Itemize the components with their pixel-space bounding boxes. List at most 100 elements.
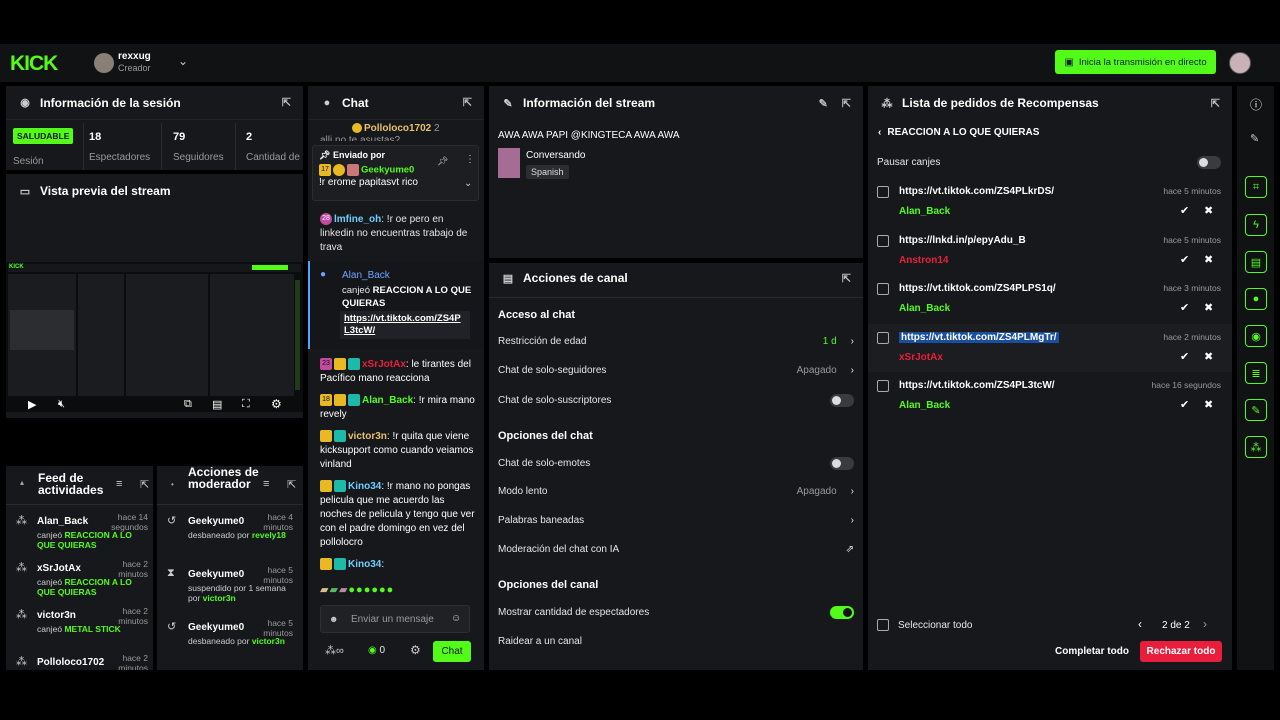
popout-icon[interactable]: ⇱ bbox=[140, 478, 149, 491]
emote-icon[interactable]: ☻ bbox=[329, 614, 338, 624]
accept-icon[interactable]: ✔ bbox=[1180, 253, 1189, 266]
reward-link[interactable]: https://vt.tiktok.com/ZS4PLPS1q/ bbox=[899, 283, 1056, 294]
go-live-button[interactable]: ▣ Inicia la transmisión en directo bbox=[1055, 50, 1216, 74]
chevron-down-icon[interactable]: ⌄ bbox=[178, 54, 188, 68]
chat-user[interactable]: Kino34 bbox=[348, 559, 381, 570]
popout-icon[interactable]: ⇱ bbox=[463, 96, 472, 109]
accept-icon[interactable]: ✔ bbox=[1180, 301, 1189, 314]
filter-icon[interactable]: ≡ bbox=[263, 478, 269, 490]
chat-user[interactable]: victor3n bbox=[348, 431, 387, 442]
scan-icon[interactable]: ⌗ bbox=[1245, 176, 1267, 198]
pin-icon[interactable]: 📌︎ bbox=[437, 156, 448, 167]
reject-icon[interactable]: ✖ bbox=[1204, 350, 1213, 363]
select-all-row[interactable]: Seleccionar todo bbox=[877, 619, 973, 631]
emotes-only-toggle[interactable] bbox=[830, 457, 854, 470]
info-icon[interactable]: ⓘ bbox=[1250, 96, 1262, 113]
pinned-user[interactable]: Geekyume0 bbox=[361, 165, 414, 176]
filter-icon[interactable]: ≡ bbox=[116, 478, 122, 490]
settings-icon[interactable]: ⚙ bbox=[410, 643, 421, 657]
chat-icon[interactable]: ● bbox=[1245, 288, 1267, 310]
reward-link[interactable]: https://vt.tiktok.com/ZS4PL3tcW/ bbox=[340, 311, 470, 339]
preview-video[interactable]: KICK ▶ 🔇︎ ⧉ ▤ ⛶ ⚙ bbox=[6, 262, 303, 412]
chat-input[interactable]: ☻ Enviar un mensaje ☺ bbox=[320, 605, 470, 633]
popout-icon[interactable]: ⇱ bbox=[282, 96, 291, 109]
reject-icon[interactable]: ✖ bbox=[1204, 398, 1213, 411]
reward-checkbox[interactable] bbox=[877, 283, 889, 295]
edit-icon[interactable]: ✎ bbox=[1250, 132, 1259, 145]
chat-user[interactable]: Polloloco1702 bbox=[364, 123, 431, 134]
banned-words-row[interactable]: Palabras baneadas › bbox=[498, 515, 854, 526]
chevron-down-icon[interactable]: ⌄ bbox=[464, 178, 472, 189]
document-icon[interactable]: ▤ bbox=[1245, 251, 1267, 273]
emote-bar[interactable]: ▰▰▰●●●●●● bbox=[320, 583, 476, 596]
popout-icon[interactable]: ⇱ bbox=[842, 272, 851, 285]
reject-icon[interactable]: ✖ bbox=[1204, 253, 1213, 266]
mod-user[interactable]: Geekyume0 bbox=[188, 569, 244, 580]
reward-checkbox[interactable] bbox=[877, 380, 889, 392]
reject-all-button[interactable]: Rechazar todo bbox=[1140, 641, 1222, 662]
pinned-message[interactable]: 📌︎ Enviado por 17 Geekyume0 !r erome papi… bbox=[312, 145, 479, 201]
rewards-icon[interactable]: ⁂∞ bbox=[325, 644, 344, 657]
reward-link[interactable]: https://lnkd.in/p/epyAdu_B bbox=[899, 235, 1026, 246]
server-icon[interactable]: ≣ bbox=[1245, 362, 1267, 384]
back-link[interactable]: ‹ REACCION A LO QUE QUIERAS bbox=[878, 127, 1039, 138]
mod-user[interactable]: Geekyume0 bbox=[188, 622, 244, 633]
play-icon[interactable]: ▶ bbox=[28, 398, 36, 411]
reward-link[interactable]: https://vt.tiktok.com/ZS4PLkrDS/ bbox=[899, 186, 1054, 197]
chevron-right-icon[interactable]: › bbox=[1203, 617, 1207, 631]
settings-icon[interactable]: ⚙ bbox=[271, 397, 282, 411]
select-all-checkbox[interactable] bbox=[877, 619, 889, 631]
accept-icon[interactable]: ✔ bbox=[1180, 204, 1189, 217]
reward-checkbox[interactable] bbox=[877, 186, 889, 198]
chat-user[interactable]: xSrJotAx bbox=[362, 359, 406, 370]
feed-user[interactable]: Alan_Back bbox=[37, 516, 88, 527]
reward-checkbox[interactable] bbox=[877, 331, 889, 344]
popout-icon[interactable]: ⇱ bbox=[1211, 97, 1220, 110]
chat-user[interactable]: Alan_Back bbox=[342, 270, 390, 281]
popout-icon[interactable]: ⇱ bbox=[287, 478, 296, 491]
feed-user[interactable]: xSrJotAx bbox=[37, 563, 81, 574]
kick-logo[interactable]: KICK bbox=[10, 52, 58, 76]
reward-link[interactable]: https://vt.tiktok.com/ZS4PLMgTr/ bbox=[899, 331, 1059, 343]
edit-icon[interactable]: ✎ bbox=[819, 97, 828, 110]
pause-toggle[interactable] bbox=[1197, 156, 1221, 169]
reject-icon[interactable]: ✖ bbox=[1204, 204, 1213, 217]
chat-user[interactable]: lmfine_oh bbox=[334, 214, 381, 225]
raid-row[interactable]: Raidear a un canal bbox=[498, 636, 854, 647]
more-icon[interactable]: ⋮ bbox=[465, 154, 475, 165]
send-chat-button[interactable]: Chat bbox=[433, 641, 471, 662]
reject-icon[interactable]: ✖ bbox=[1204, 301, 1213, 314]
chat-user[interactable]: Alan_Back bbox=[362, 395, 413, 406]
reward-checkbox[interactable] bbox=[877, 234, 889, 247]
age-restriction-row[interactable]: Restricción de edad 1 d › bbox=[498, 336, 854, 347]
feed-user[interactable]: victor3n bbox=[37, 610, 76, 621]
feed-user[interactable]: Polloloco1702 bbox=[37, 657, 104, 668]
broadcast-icon[interactable]: ◉ bbox=[1245, 325, 1267, 347]
subs-only-toggle[interactable] bbox=[830, 394, 854, 407]
reward-user[interactable]: Anstron14 bbox=[899, 255, 948, 266]
show-viewers-toggle[interactable] bbox=[830, 606, 854, 619]
accept-icon[interactable]: ✔ bbox=[1180, 398, 1189, 411]
chevron-left-icon[interactable]: ‹ bbox=[1138, 617, 1142, 631]
complete-all-button[interactable]: Completar todo bbox=[1051, 641, 1133, 662]
rewards-icon[interactable]: ⁂ bbox=[1245, 436, 1267, 458]
profile-avatar[interactable] bbox=[1229, 52, 1251, 74]
popout-icon[interactable]: ⇱ bbox=[842, 97, 851, 110]
slow-mode-row[interactable]: Modo lento Apagado › bbox=[498, 486, 854, 497]
accept-icon[interactable]: ✔ bbox=[1180, 350, 1189, 363]
theater-icon[interactable]: ▤ bbox=[212, 398, 222, 411]
chat-user[interactable]: Kino34 bbox=[348, 481, 381, 492]
reward-user[interactable]: Alan_Back bbox=[899, 400, 950, 411]
reward-link[interactable]: https://vt.tiktok.com/ZS4PL3tcW/ bbox=[899, 380, 1055, 391]
emoji-icon[interactable]: ☺ bbox=[451, 613, 461, 624]
reward-user[interactable]: Alan_Back bbox=[899, 303, 950, 314]
mute-icon[interactable]: 🔇︎ bbox=[58, 398, 65, 411]
lightning-icon[interactable]: ϟ bbox=[1245, 214, 1267, 236]
mod-user[interactable]: Geekyume0 bbox=[188, 516, 244, 527]
user-avatar[interactable] bbox=[94, 53, 114, 73]
category-name[interactable]: Conversando bbox=[526, 150, 585, 161]
ai-moderation-row[interactable]: Moderación del chat con IA ⇗ bbox=[498, 544, 854, 555]
reward-user[interactable]: xSrJotAx bbox=[899, 352, 943, 363]
reward-user[interactable]: Alan_Back bbox=[899, 206, 950, 217]
wrench-icon[interactable]: ✎ bbox=[1245, 399, 1267, 421]
